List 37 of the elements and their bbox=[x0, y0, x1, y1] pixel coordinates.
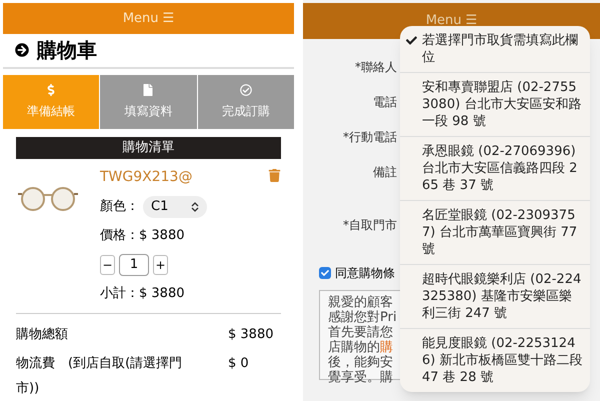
color-label: 顏色： bbox=[100, 198, 139, 216]
terms-line: 親愛的顧客 bbox=[328, 295, 393, 310]
field-label: *自取門市 bbox=[342, 216, 397, 234]
trash-icon[interactable] bbox=[268, 169, 281, 182]
check-icon bbox=[406, 35, 417, 46]
quantity-field[interactable]: 1 bbox=[119, 254, 149, 276]
dollar-icon bbox=[45, 84, 58, 96]
minus-button[interactable]: − bbox=[100, 254, 115, 274]
document-icon bbox=[142, 84, 154, 96]
terms-line: 感謝您對Pri bbox=[328, 310, 397, 325]
subtotal-text: 小計：$ 3880 bbox=[100, 284, 186, 302]
price-text: 價格：$ 3880 bbox=[100, 227, 186, 245]
terms-line: 店購物的購 bbox=[328, 340, 393, 355]
field-label: *行動電話 bbox=[342, 128, 397, 146]
store-option[interactable]: 安和專賣聯盟店 (02-27553080) 台北市大安區安和路一段 98 號 bbox=[400, 72, 590, 136]
field-label: 電話 bbox=[372, 94, 397, 110]
agree-checkbox[interactable] bbox=[319, 267, 331, 279]
plus-button[interactable]: + bbox=[153, 254, 168, 274]
store-option[interactable]: 承恩眼鏡 (02-27069396) 台北市大安區信義路四段 265 巷 37 號 bbox=[400, 136, 590, 200]
agree-label: 同意購物條 bbox=[335, 265, 395, 282]
color-select[interactable]: C1 bbox=[143, 196, 207, 218]
field-label: *聯絡人 bbox=[354, 58, 397, 76]
page-title: 購物車 bbox=[37, 37, 97, 64]
total-label: 物流費 (到店自取(請選擇門市)) bbox=[16, 355, 184, 398]
store-option[interactable]: 超時代眼鏡樂利店 (02-224325380) 基隆市安樂區樂利三街 247 號 bbox=[400, 264, 590, 328]
total-value: $ 3880 bbox=[228, 326, 274, 344]
total-label: 購物總額 bbox=[16, 326, 69, 344]
terms-line: 後，能夠安 bbox=[328, 355, 393, 370]
terms-line: 覺享受。購 bbox=[328, 370, 393, 385]
arrow-right-icon bbox=[15, 43, 29, 58]
field-label: 備註 bbox=[372, 164, 397, 180]
store-option[interactable]: 名匠堂眼鏡 (02-23093757) 台北市萬華區寶興街 77 號 bbox=[400, 200, 590, 264]
total-value: $ 0 bbox=[228, 355, 249, 373]
chevron-updown-icon bbox=[191, 202, 199, 212]
store-option[interactable]: 能見度眼鏡 (02-22531246) 新北市板橋區雙十路二段 47 巷 28 號 bbox=[400, 328, 590, 392]
terms-line: 首先要請您 bbox=[328, 325, 393, 340]
list-header: 購物清單 bbox=[16, 136, 281, 159]
